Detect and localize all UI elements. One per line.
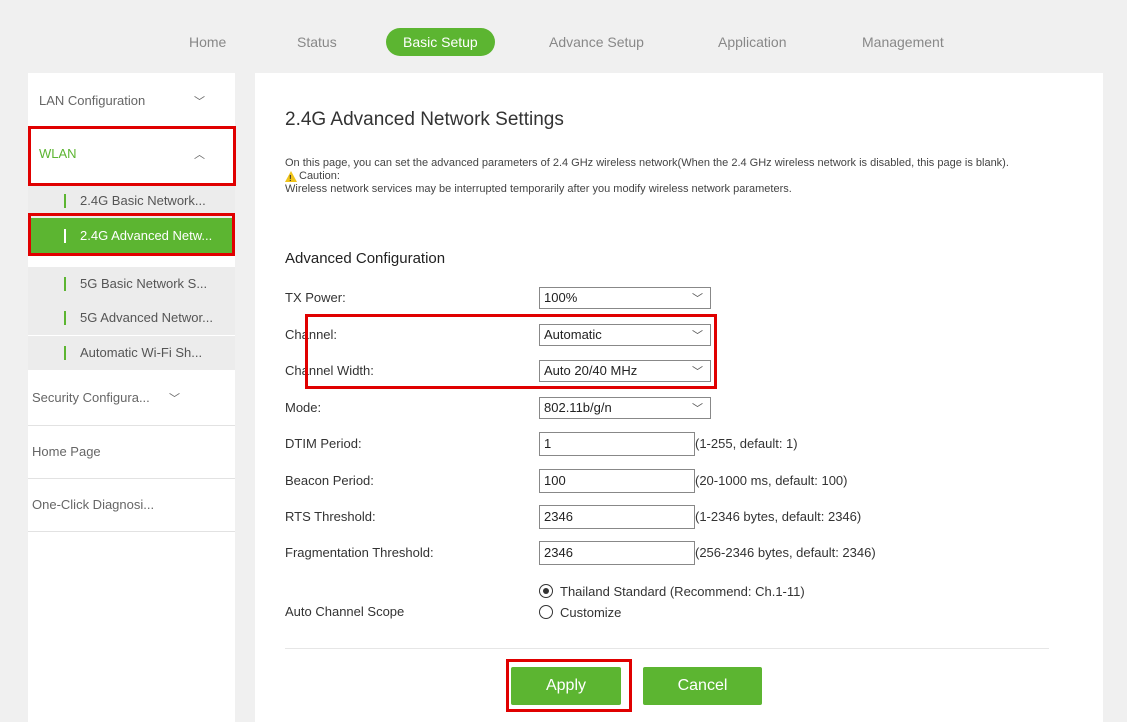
sidebar-subitem-5g-advanced[interactable]: 5G Advanced Networ... <box>28 301 235 335</box>
sidebar-subitem-2g-advanced[interactable]: 2.4G Advanced Netw... <box>28 218 235 254</box>
channel-row: Channel: Automatic ﹀ <box>285 324 1065 348</box>
top-navigation: Home Status Basic Setup Advance Setup Ap… <box>0 0 1127 80</box>
beacon-row: Beacon Period: 100 (20-1000 ms, default:… <box>285 469 1065 493</box>
tx-power-row: TX Power: 100% ﹀ <box>285 287 1065 311</box>
marker-bar <box>64 229 66 243</box>
nav-application[interactable]: Application <box>718 28 787 56</box>
channel-label: Channel: <box>285 327 338 342</box>
marker-bar <box>64 311 66 325</box>
sidebar-item-wlan[interactable]: WLAN ︿ <box>28 146 235 166</box>
radio-checked-icon <box>539 584 553 598</box>
description-text: On this page, you can set the advanced p… <box>285 157 1009 169</box>
marker-bar <box>64 346 66 360</box>
chevron-down-icon: ﹀ <box>692 366 703 378</box>
rts-row: RTS Threshold: 2346 (1-2346 bytes, defau… <box>285 505 1065 529</box>
sidebar-subitem-label: 2.4G Basic Network... <box>80 193 206 208</box>
beacon-hint: (20-1000 ms, default: 100) <box>695 473 848 488</box>
sidebar-subitem-label: 2.4G Advanced Netw... <box>80 228 213 243</box>
channel-width-select[interactable]: Auto 20/40 MHz ﹀ <box>539 360 711 382</box>
divider <box>28 531 235 532</box>
sidebar: LAN Configuration ﹀ WLAN ︿ 2.4G Basic Ne… <box>28 73 235 722</box>
sidebar-subitem-5g-basic[interactable]: 5G Basic Network S... <box>28 267 235 301</box>
sidebar-item-security-configuration[interactable]: Security Configura... ﹀ <box>28 390 235 410</box>
fragmentation-label: Fragmentation Threshold: <box>285 545 434 560</box>
channel-width-label: Channel Width: <box>285 363 374 378</box>
chevron-down-icon: ﹀ <box>692 330 703 342</box>
section-title: Advanced Configuration <box>285 250 446 267</box>
dtim-row: DTIM Period: 1 (1-255, default: 1) <box>285 432 1065 456</box>
marker-bar <box>64 194 66 208</box>
caution-text: Wireless network services may be interru… <box>285 183 792 195</box>
mode-label: Mode: <box>285 400 322 415</box>
sidebar-subitem-label: Automatic Wi-Fi Sh... <box>80 345 203 360</box>
nav-basic-setup[interactable]: Basic Setup <box>386 28 495 56</box>
nav-home[interactable]: Home <box>189 28 226 56</box>
page-description: On this page, you can set the advanced p… <box>285 157 1055 196</box>
caution-row: Caution: <box>285 170 1055 185</box>
dtim-label: DTIM Period: <box>285 436 362 451</box>
sidebar-subitem-2g-basic[interactable]: 2.4G Basic Network... <box>28 184 235 218</box>
dtim-hint: (1-255, default: 1) <box>695 436 798 451</box>
cancel-button[interactable]: Cancel <box>643 667 762 705</box>
dtim-input[interactable]: 1 <box>539 432 695 456</box>
divider <box>285 648 1049 649</box>
tx-power-select[interactable]: 100% ﹀ <box>539 287 711 309</box>
channel-width-row: Channel Width: Auto 20/40 MHz ﹀ <box>285 360 1065 384</box>
sidebar-item-label: WLAN <box>39 146 77 161</box>
fragmentation-row: Fragmentation Threshold: 2346 (256-2346 … <box>285 541 1065 565</box>
radio-option-label: Customize <box>560 605 622 620</box>
marker-bar <box>64 277 66 291</box>
sidebar-subitem-label: 5G Basic Network S... <box>80 276 208 291</box>
sidebar-item-one-click-diagnosis[interactable]: One-Click Diagnosi... <box>28 497 235 517</box>
mode-value: 802.11b/g/n <box>544 400 612 415</box>
rts-input[interactable]: 2346 <box>539 505 695 529</box>
sidebar-item-lan-configuration[interactable]: LAN Configuration ﹀ <box>28 93 235 113</box>
sidebar-item-label: Security Configura... <box>32 390 150 405</box>
sidebar-item-home-page[interactable]: Home Page <box>28 444 235 464</box>
warning-icon <box>285 171 297 185</box>
radio-option-label: Thailand Standard (Recommend: Ch.1-11) <box>560 584 805 599</box>
sidebar-item-label: LAN Configuration <box>39 93 146 108</box>
sidebar-subitem-auto-wifi[interactable]: Automatic Wi-Fi Sh... <box>28 336 235 370</box>
divider <box>28 425 235 426</box>
chevron-down-icon: ﹀ <box>169 393 180 405</box>
page-title: 2.4G Advanced Network Settings <box>285 109 564 130</box>
sidebar-item-label: Home Page <box>32 444 101 459</box>
rts-hint: (1-2346 bytes, default: 2346) <box>695 509 862 524</box>
channel-width-value: Auto 20/40 MHz <box>544 363 638 378</box>
nav-status[interactable]: Status <box>297 28 337 56</box>
mode-select[interactable]: 802.11b/g/n ﹀ <box>539 397 711 419</box>
chevron-down-icon: ﹀ <box>692 403 703 415</box>
chevron-down-icon: ﹀ <box>692 293 703 305</box>
nav-advance-setup[interactable]: Advance Setup <box>549 28 644 56</box>
divider <box>28 478 235 479</box>
rts-label: RTS Threshold: <box>285 509 376 524</box>
radio-unchecked-icon <box>539 605 553 619</box>
beacon-input[interactable]: 100 <box>539 469 695 493</box>
tx-power-label: TX Power: <box>285 290 346 305</box>
apply-button[interactable]: Apply <box>511 667 621 705</box>
mode-row: Mode: 802.11b/g/n ﹀ <box>285 397 1065 421</box>
fragmentation-input[interactable]: 2346 <box>539 541 695 565</box>
nav-management[interactable]: Management <box>862 28 944 56</box>
channel-value: Automatic <box>544 327 602 342</box>
auto-channel-scope-label: Auto Channel Scope <box>285 604 405 619</box>
divider <box>28 126 235 127</box>
chevron-up-icon: ︿ <box>194 149 205 161</box>
tx-power-value: 100% <box>544 290 578 305</box>
main-panel: 2.4G Advanced Network Settings On this p… <box>255 73 1103 722</box>
chevron-down-icon: ﹀ <box>194 96 205 108</box>
caution-label: Caution: <box>299 170 340 182</box>
fragmentation-hint: (256-2346 bytes, default: 2346) <box>695 545 876 560</box>
sidebar-subitem-label: 5G Advanced Networ... <box>80 310 213 325</box>
beacon-label: Beacon Period: <box>285 473 374 488</box>
channel-select[interactable]: Automatic ﹀ <box>539 324 711 346</box>
sidebar-item-label: One-Click Diagnosi... <box>32 497 155 512</box>
